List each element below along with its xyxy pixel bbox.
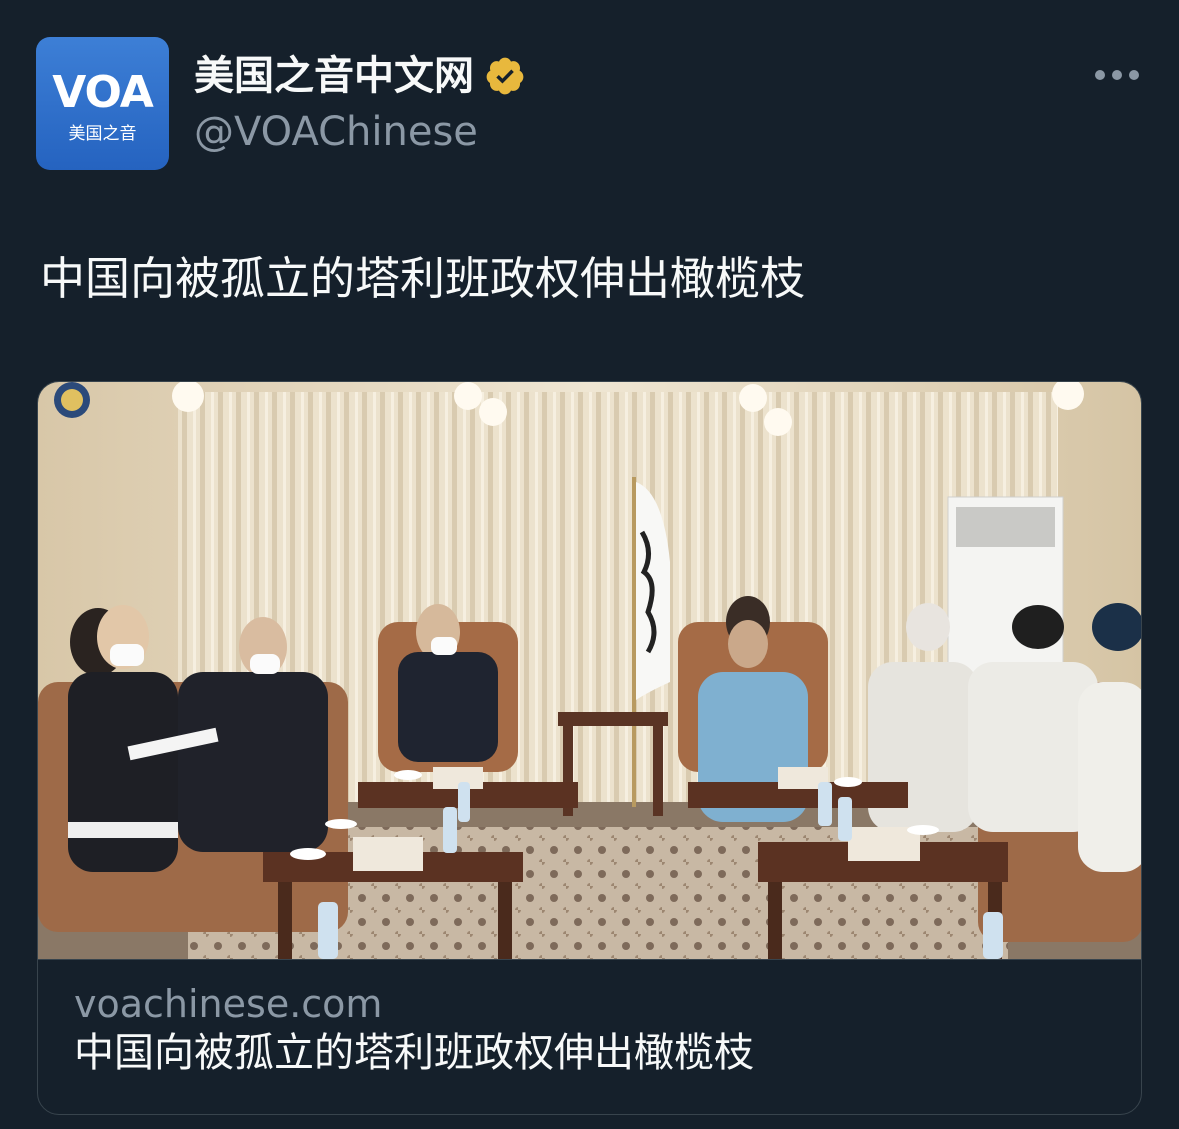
author-avatar[interactable]: VOA 美国之音 bbox=[36, 37, 169, 170]
author-name-row: 美国之音中文网 bbox=[194, 50, 526, 102]
avatar-logo-text: VOA bbox=[52, 67, 154, 118]
verified-badge-icon bbox=[486, 57, 524, 95]
link-card[interactable]: voachinese.com 中国向被孤立的塔利班政权伸出橄榄枝 bbox=[37, 381, 1142, 1115]
author-handle[interactable]: @VOAChinese bbox=[194, 106, 478, 158]
tweet: VOA 美国之音 美国之音中文网 @VOAChinese 中国向被孤立的塔利班政… bbox=[0, 0, 1179, 1129]
link-card-footer: voachinese.com 中国向被孤立的塔利班政权伸出橄榄枝 bbox=[38, 959, 1141, 1114]
tweet-text: 中国向被孤立的塔利班政权伸出橄榄枝 bbox=[40, 252, 806, 305]
avatar-logo-subtext: 美国之音 bbox=[68, 124, 137, 144]
link-card-title[interactable]: 中国向被孤立的塔利班政权伸出橄榄枝 bbox=[74, 1026, 754, 1080]
link-card-domain: voachinese.com bbox=[74, 982, 383, 1026]
meeting-photo-image bbox=[38, 382, 1141, 959]
author-display-name[interactable]: 美国之音中文网 bbox=[194, 50, 474, 102]
more-options-icon[interactable] bbox=[1094, 60, 1140, 90]
